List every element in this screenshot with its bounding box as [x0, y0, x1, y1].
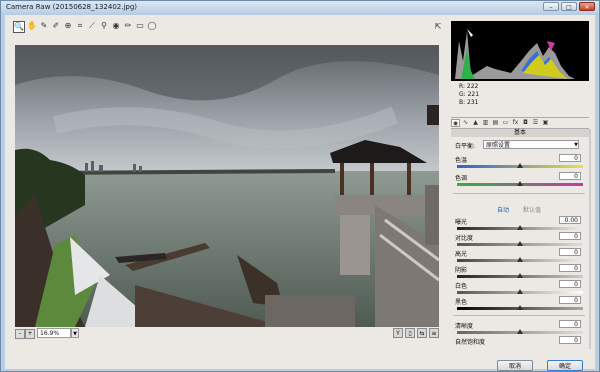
slider-contrast: 对比度 0	[453, 232, 585, 249]
straighten-icon[interactable]: ⟋	[87, 21, 97, 31]
blue-value: B: 231	[459, 99, 479, 106]
adjustment-brush-icon[interactable]: ✏	[123, 21, 133, 31]
panel-scrollbar[interactable]	[589, 129, 591, 349]
panel-tabs: ◉ ∿ ▲ ▥ ▤ ▭ fx ◘ ☰ ▣	[451, 117, 589, 129]
window-controls: – □ ✕	[543, 2, 595, 11]
title-bar[interactable]: Camera Raw (20150628_132402.jpg) – □ ✕	[1, 1, 599, 13]
white-balance-label: 白平衡:	[455, 143, 476, 150]
slider-highlights: 高光 0	[453, 248, 585, 265]
dialog-client: 🔍 ✋ ✎ ✐ ⊕ ⌗ ⟋ ⚲ ◉ ✏ ▭ ◯ ⇱ – + 16.9% ▼ Y …	[5, 15, 595, 371]
minimize-button[interactable]: –	[543, 2, 559, 11]
view-options: Y ▯ ⇆ ≡	[393, 328, 439, 338]
lens-tab-icon[interactable]: ▭	[501, 119, 510, 127]
red-value: R: 222	[459, 83, 479, 90]
slider-exposure: 曝光 0.00	[453, 216, 585, 233]
slider-clarity: 清晰度 0	[453, 320, 585, 337]
slider-temperature: 色温 0	[453, 154, 585, 171]
auto-default-row: 自动 默认值	[453, 205, 585, 215]
camera-calibration-tab-icon[interactable]: ◘	[521, 119, 530, 127]
auto-link[interactable]: 自动	[497, 207, 509, 214]
chevron-down-icon: ▼	[574, 142, 578, 148]
zoom-in-button[interactable]: +	[25, 329, 35, 339]
rgb-readout: R: 222 G: 221 B: 231	[451, 83, 589, 121]
white-balance-select[interactable]: 原照设置 ▼	[483, 140, 579, 149]
settings-icon[interactable]: ≡	[429, 328, 439, 338]
zoom-level[interactable]: 16.9%	[37, 328, 71, 338]
color-sampler-icon[interactable]: ✐	[51, 21, 61, 31]
crop-icon[interactable]: ⌗	[75, 21, 85, 31]
fx-tab-icon[interactable]: fx	[511, 119, 520, 127]
split-toning-tab-icon[interactable]: ▤	[491, 119, 500, 127]
hand-icon[interactable]: ✋	[27, 21, 37, 31]
red-eye-icon[interactable]: ◉	[111, 21, 121, 31]
preview-toggle-icon[interactable]: Y	[393, 328, 403, 338]
zoom-bar: – + 16.9% ▼ Y ▯ ⇆ ≡	[15, 328, 439, 340]
presets-tab-icon[interactable]: ☰	[531, 119, 540, 127]
white-balance-row: 白平衡: 原照设置 ▼	[453, 140, 589, 150]
slider-vibrance: 自然饱和度 0	[453, 336, 585, 349]
slider-shadows: 阴影 0	[453, 264, 585, 281]
spot-removal-icon[interactable]: ⚲	[99, 21, 109, 31]
swap-icon[interactable]: ⇆	[417, 328, 427, 338]
zoom-dropdown-icon[interactable]: ▼	[71, 328, 79, 338]
slider-tint: 色调 0	[453, 172, 585, 189]
lake-pavilion-photo	[15, 45, 439, 327]
snapshots-tab-icon[interactable]: ▣	[541, 119, 550, 127]
adjustment-panel: R: 222 G: 221 B: 231 ◉ ∿ ▲ ▥ ▤ ▭ fx ◘ ☰ …	[449, 19, 591, 349]
zoom-icon[interactable]: 🔍	[13, 21, 25, 33]
window-title: Camera Raw (20150628_132402.jpg)	[6, 3, 138, 11]
target-adjust-icon[interactable]: ⊕	[63, 21, 73, 31]
image-preview[interactable]	[15, 45, 439, 327]
camera-raw-window: Camera Raw (20150628_132402.jpg) – □ ✕ 🔍…	[0, 0, 600, 372]
hsl-tab-icon[interactable]: ▥	[481, 119, 490, 127]
white-balance-icon[interactable]: ✎	[39, 21, 49, 31]
zoom-out-button[interactable]: –	[15, 329, 25, 339]
fullscreen-icon[interactable]: ⇱	[433, 22, 443, 32]
graduated-filter-icon[interactable]: ▭	[135, 21, 145, 31]
before-after-icon[interactable]: ▯	[405, 328, 415, 338]
default-link[interactable]: 默认值	[523, 207, 541, 214]
detail-tab-icon[interactable]: ▲	[471, 119, 480, 127]
maximize-button[interactable]: □	[561, 2, 577, 11]
ok-button[interactable]: 确定	[547, 360, 583, 371]
section-title: 基本	[451, 129, 589, 137]
close-button[interactable]: ✕	[579, 2, 595, 11]
cancel-button[interactable]: 取消	[497, 360, 533, 371]
histogram	[451, 21, 589, 81]
tool-bar: 🔍 ✋ ✎ ✐ ⊕ ⌗ ⟋ ⚲ ◉ ✏ ▭ ◯	[13, 21, 157, 35]
slider-whites: 白色 0	[453, 280, 585, 297]
basic-tab-icon[interactable]: ◉	[451, 119, 460, 127]
radial-filter-icon[interactable]: ◯	[147, 21, 157, 31]
tone-curve-tab-icon[interactable]: ∿	[461, 119, 470, 127]
slider-blacks: 黑色 0	[453, 296, 585, 313]
green-value: G: 221	[459, 91, 480, 98]
